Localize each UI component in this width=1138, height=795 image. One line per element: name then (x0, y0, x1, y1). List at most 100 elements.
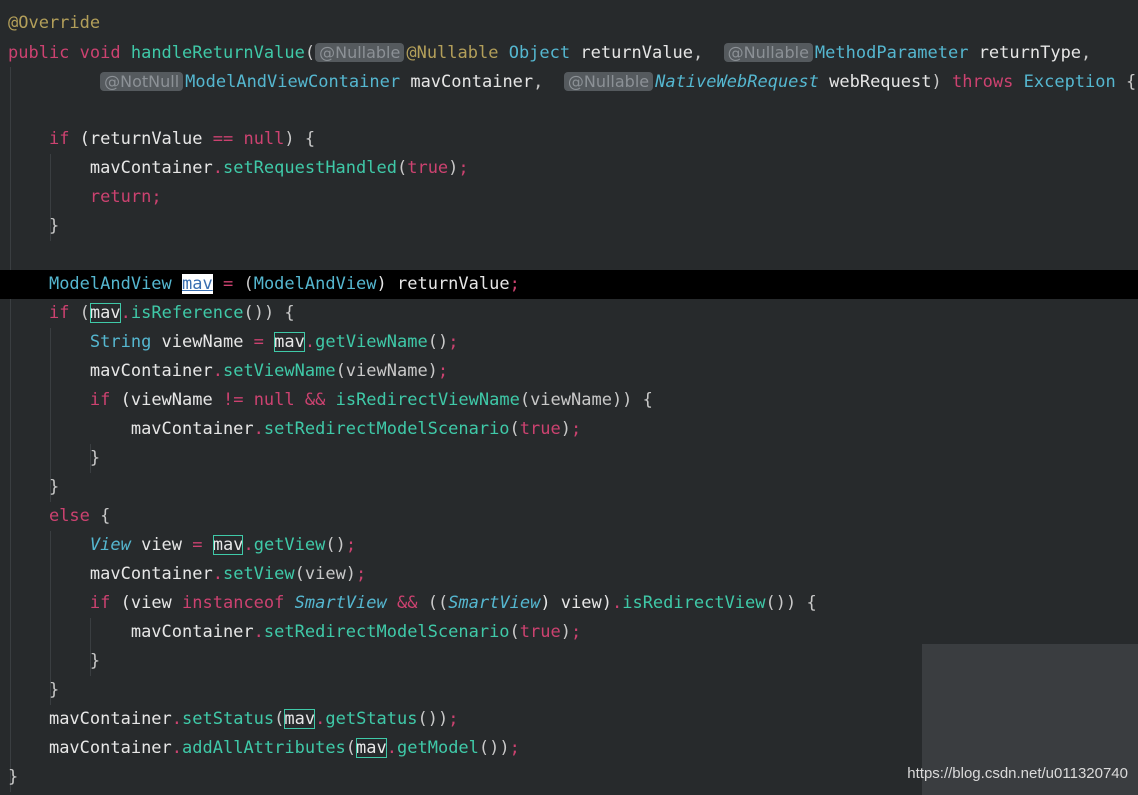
code-line[interactable]: return; (0, 183, 1138, 212)
operator: . (212, 158, 223, 178)
semicolon: ; (571, 419, 582, 439)
operator: . (611, 593, 623, 613)
punctuation: ( (274, 709, 285, 729)
code-line[interactable]: } (0, 444, 1138, 473)
identifier: mavContainer (130, 419, 254, 439)
identifier: ) returnValue (376, 274, 510, 294)
code-line-current[interactable]: ModelAndView mav = (ModelAndView) return… (0, 270, 1138, 299)
method-name: setViewName (222, 361, 336, 381)
identifier (8, 448, 90, 468)
identifier (8, 158, 90, 178)
code-line[interactable]: mavContainer.setRequestHandled(true); (0, 154, 1138, 183)
operator: . (386, 738, 398, 758)
identifier: mavContainer (410, 72, 534, 92)
semicolon: ; (509, 274, 520, 294)
identifier (8, 390, 90, 410)
method-name: handleReturnValue (130, 43, 305, 63)
identifier (8, 72, 100, 92)
method-name: getStatus (325, 709, 418, 729)
identifier (8, 419, 131, 439)
keyword: if (89, 593, 121, 613)
method-name: setView (222, 564, 295, 584)
identifier (8, 361, 90, 381)
operator: = (212, 274, 244, 294)
highlighted-usage: mav (212, 535, 244, 555)
code-line[interactable]: if (viewName != null && isRedirectViewNa… (0, 386, 1138, 415)
code-line[interactable]: else { (0, 502, 1138, 531)
punctuation: { (1125, 72, 1137, 92)
type-name: MethodParameter (814, 43, 979, 63)
operator: . (315, 709, 326, 729)
code-line[interactable]: String viewName = mav.getViewName(); (0, 328, 1138, 357)
method-name: isRedirectViewName (335, 390, 520, 410)
punctuation: ()) { (765, 593, 817, 613)
code-line[interactable]: if (returnValue == null) { (0, 125, 1138, 154)
code-line[interactable] (0, 241, 1138, 270)
keyword: return (89, 187, 152, 207)
punctuation: , (1081, 43, 1092, 63)
code-line[interactable]: @NotNull ModelAndViewContainer mavContain… (0, 67, 1138, 96)
identifier: (returnValue (79, 129, 213, 149)
punctuation: , (692, 43, 724, 63)
identifier: mavContainer (89, 361, 213, 381)
operator: . (120, 303, 131, 323)
code-line[interactable]: mavContainer.setRedirectModelScenario(tr… (0, 415, 1138, 444)
identifier: (view (120, 593, 183, 613)
operator: . (253, 419, 264, 439)
punctuation: ) (560, 622, 571, 642)
operator: . (171, 709, 183, 729)
type-name: ModelAndView (253, 274, 377, 294)
punctuation: ) { (284, 129, 316, 149)
semicolon: ; (345, 535, 357, 555)
semicolon: ; (151, 187, 162, 207)
annotation: @Override (8, 13, 101, 33)
annotation: @Nullable (406, 43, 509, 63)
type-name: SmartView (448, 593, 541, 613)
identifier (8, 187, 90, 207)
code-line[interactable]: if (mav.isReference()) { (0, 299, 1138, 328)
identifier (8, 216, 49, 236)
operator: = (253, 332, 275, 352)
method-name: getViewName (315, 332, 428, 352)
punctuation: } (89, 448, 101, 468)
identifier (8, 477, 49, 497)
code-line[interactable]: mavContainer.setRedirectModelScenario(tr… (0, 618, 1138, 647)
identifier (8, 129, 49, 149)
identifier (8, 738, 49, 758)
punctuation: (view) (294, 564, 357, 584)
method-name: setStatus (182, 709, 275, 729)
punctuation: ()) (417, 709, 449, 729)
identifier (8, 593, 90, 613)
code-line[interactable]: mavContainer.setView(view); (0, 560, 1138, 589)
operator: . (253, 622, 264, 642)
method-name: addAllAttributes (182, 738, 346, 758)
code-line[interactable]: if (view instanceof SmartView && ((Smart… (0, 589, 1138, 618)
operator: . (243, 535, 254, 555)
code-line[interactable]: @Override (0, 9, 1138, 38)
identifier (8, 506, 49, 526)
identifier: viewName (161, 332, 254, 352)
code-line[interactable]: mavContainer.setViewName(viewName); (0, 357, 1138, 386)
punctuation: ) (448, 158, 459, 178)
identifier (8, 709, 49, 729)
punctuation: } (8, 767, 19, 787)
type-name: View (89, 535, 131, 555)
code-line[interactable]: View view = mav.getView(); (0, 531, 1138, 560)
code-line[interactable]: } (0, 212, 1138, 241)
punctuation: } (48, 216, 60, 236)
punctuation: ( (509, 622, 520, 642)
code-line[interactable]: public void handleReturnValue(@Nullable @… (0, 38, 1138, 67)
punctuation: ( (345, 738, 357, 758)
code-line[interactable]: } (0, 473, 1138, 502)
identifier (8, 274, 49, 294)
inlay-hint: @Nullable (723, 43, 813, 62)
operator: . (212, 564, 223, 584)
identifier: mavContainer (89, 564, 213, 584)
keyword: else (48, 506, 101, 526)
code-line[interactable] (0, 96, 1138, 125)
keyword: true (407, 158, 449, 178)
punctuation: ()) (478, 738, 510, 758)
keyword: if (48, 303, 80, 323)
highlighted-usage: mav (274, 332, 305, 352)
type-name: NativeWebRequest (655, 72, 819, 92)
